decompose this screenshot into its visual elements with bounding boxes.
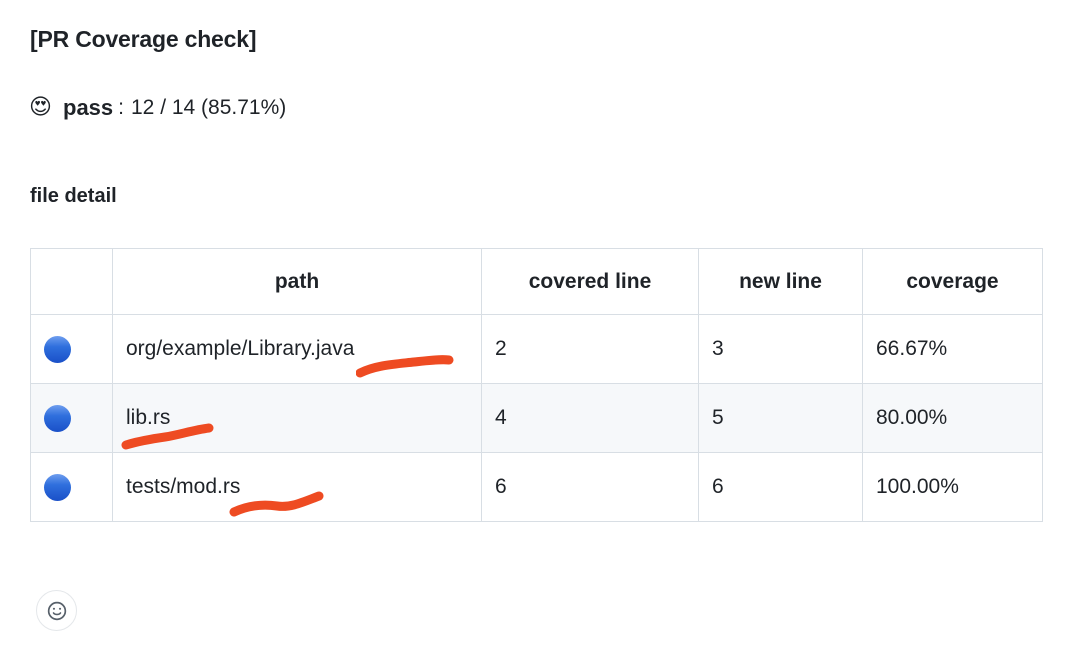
section-heading-file-detail: file detail [30,185,117,207]
row-new-line: 5 [698,383,863,453]
row-coverage: 66.67% [862,314,1043,384]
status-value: 12 / 14 (85.71%) [131,96,287,119]
pr-coverage-comment: [PR Coverage check] 😍 pass : 12 / 14 (85… [0,0,1076,660]
row-marker-cell [30,452,113,522]
page-title: [PR Coverage check] [30,26,257,52]
annotation-scribble-1 [356,355,454,378]
table-row: tests/mod.rs 6 6 100.00% [30,452,1043,522]
blue-circle-icon [44,473,71,501]
add-reaction-button[interactable] [36,590,77,631]
row-path-cell: org/example/Library.java [112,314,482,384]
annotation-scribble-3 [229,491,324,517]
row-coverage: 100.00% [862,452,1043,522]
row-marker-cell [30,314,113,384]
row-marker-cell [30,383,113,453]
column-header-marker [30,248,113,315]
row-covered-line: 6 [481,452,699,522]
column-header-new-line: new line [698,248,863,315]
row-path-cell: tests/mod.rs [112,452,482,522]
status-summary: 😍 pass : 12 / 14 (85.71%) [29,95,286,121]
row-new-line: 3 [698,314,863,384]
table-row: lib.rs 4 5 80.00% [30,383,1043,453]
smiling-face-with-heart-eyes-icon: 😍 [29,94,52,119]
column-header-covered-line: covered line [481,248,699,315]
row-covered-line: 2 [481,314,699,384]
row-coverage: 80.00% [862,383,1043,453]
smiley-face-icon [47,601,66,620]
row-covered-line: 4 [481,383,699,453]
file-path: lib.rs [126,406,171,429]
status-separator: : [118,96,124,119]
column-header-path: path [112,248,482,315]
file-detail-table-wrap: path covered line new line coverage org/… [30,248,1043,522]
blue-circle-icon [44,335,71,363]
row-path-cell: lib.rs [112,383,482,453]
file-path: org/example/Library.java [126,337,355,360]
file-detail-table: path covered line new line coverage org/… [30,248,1043,522]
table-row: org/example/Library.java 2 3 66.67% [30,314,1043,384]
table-header-row: path covered line new line coverage [30,248,1043,315]
blue-circle-icon [44,404,71,432]
row-new-line: 6 [698,452,863,522]
status-badge: pass [63,95,114,120]
file-path: tests/mod.rs [126,475,241,498]
column-header-coverage: coverage [862,248,1043,315]
